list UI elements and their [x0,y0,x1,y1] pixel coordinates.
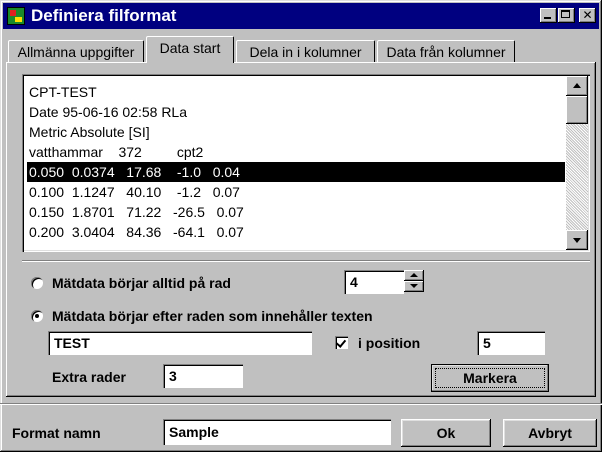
arrow-down-icon [573,238,581,243]
scroll-thumb[interactable] [566,96,588,124]
app-icon [7,7,25,25]
title-bar[interactable]: Definiera filformat ✕ [3,3,599,29]
radio-start-row[interactable] [31,277,43,289]
maximize-button[interactable] [558,8,575,23]
position-input[interactable]: 5 [477,331,545,355]
minimize-button[interactable] [540,8,557,23]
spin-up-button[interactable] [404,270,424,281]
extra-rows-label: Extra rader [52,369,126,385]
vertical-scrollbar[interactable] [566,76,588,250]
maximize-icon [561,10,570,18]
window-title: Definiera filformat [31,6,177,25]
arrow-down-icon [410,284,418,288]
radio-start-after-text[interactable] [31,310,43,322]
cancel-button[interactable]: Avbryt [503,419,597,447]
preview-lines: CPT-TEST Date 95-06-16 02:58 RLa Metric … [27,82,565,242]
tab-general-info[interactable]: Allmänna uppgifter [8,40,144,62]
scroll-up-button[interactable] [566,76,588,96]
scroll-down-button[interactable] [566,230,588,250]
preview-line[interactable]: 0.100 1.1247 40.10 -1.2 0.07 [27,182,565,202]
preview-line[interactable]: Metric Absolute [SI] [27,122,565,142]
preview-line[interactable]: 0.200 3.0404 84.36 -64.1 0.07 [27,222,565,242]
section-divider [22,260,590,262]
spin-down-button[interactable] [404,281,424,292]
format-name-input[interactable]: Sample [163,419,391,445]
minimize-icon [544,17,551,19]
checkmark-icon [335,337,347,348]
tab-data-from-columns[interactable]: Data från kolumner [377,40,515,62]
dialog-window: Definiera filformat ✕ Allmänna uppgifter… [0,0,602,452]
file-preview-list[interactable]: CPT-TEST Date 95-06-16 02:58 RLa Metric … [22,74,590,252]
arrow-up-icon [573,83,581,88]
ok-button[interactable]: Ok [401,419,491,447]
preview-line[interactable]: 0.150 1.8701 71.22 -26.5 0.07 [27,202,565,222]
format-name-label: Format namn [12,425,101,441]
preview-line-selected[interactable]: 0.050 0.0374 17.68 -1.0 0.04 [27,162,565,182]
footer-divider [0,403,602,405]
start-row-input[interactable]: 4 [344,270,404,294]
mark-button[interactable]: Markera [431,364,549,392]
extra-rows-input[interactable]: 3 [163,364,243,388]
close-button[interactable]: ✕ [579,8,596,23]
mark-button-label: Markera [463,370,517,386]
radio-start-row-label[interactable]: Mätdata börjar alltid på rad [52,274,231,292]
preview-line[interactable]: vatthammar 372 cpt2 [27,142,565,162]
position-checkbox-label[interactable]: i position [358,334,420,352]
close-icon: ✕ [582,8,593,22]
preview-line[interactable]: CPT-TEST [27,82,565,102]
radio-start-after-text-label[interactable]: Mätdata börjar efter raden som innehålle… [52,307,373,325]
preview-line[interactable]: Date 95-06-16 02:58 RLa [27,102,565,122]
position-checkbox[interactable] [335,336,348,349]
arrow-up-icon [410,273,418,277]
search-text-input[interactable]: TEST [48,331,312,355]
tab-data-start[interactable]: Data start [146,36,234,63]
start-row-spinner[interactable] [404,270,424,292]
tab-split-columns[interactable]: Dela in i kolumner [236,40,375,62]
